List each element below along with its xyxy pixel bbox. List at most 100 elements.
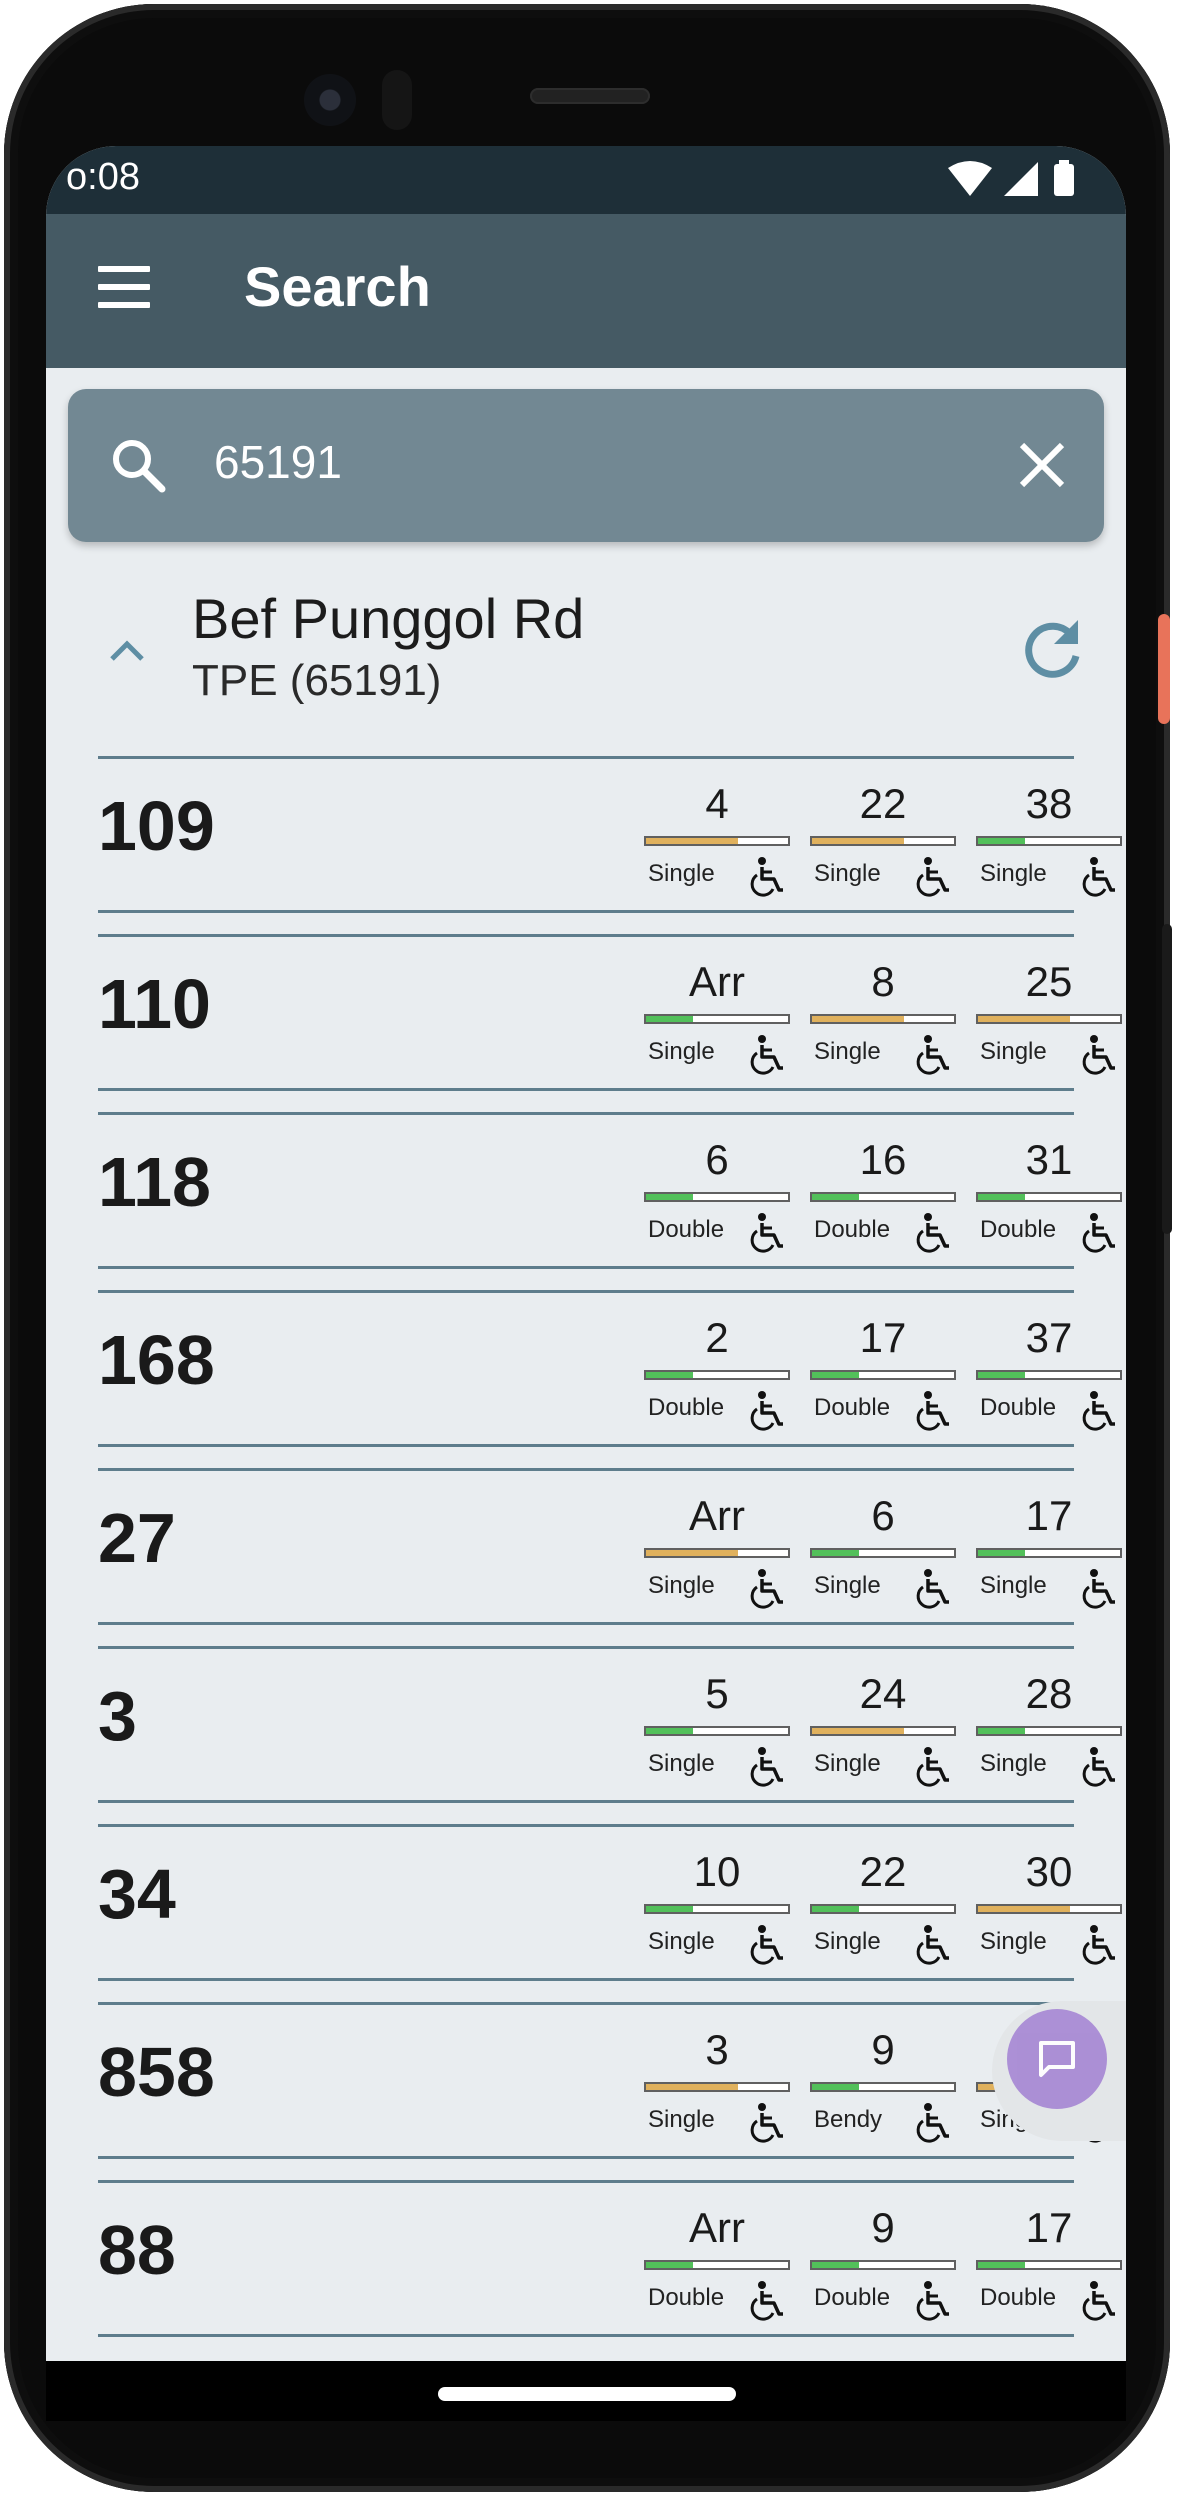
refresh-icon[interactable] [1016,612,1088,684]
chevron-up-icon[interactable] [102,626,152,676]
bus-type: Single [980,1928,1047,1955]
load-bar-fill [646,838,739,844]
load-bar [810,2082,956,2092]
service-row[interactable]: 8583Single9Bendy24Single [98,2002,1122,2180]
arrival-eta: Arr [689,958,745,1005]
load-bar [644,1548,790,1558]
service-number: 168 [98,1321,215,1399]
wifi-icon [948,161,992,196]
load-bar-fill [812,1906,859,1912]
arrival-slot: 4 Single [642,780,792,900]
bus-type: Single [648,860,715,887]
arrival-eta: 8 [871,958,895,1005]
load-bar-fill [978,1728,1025,1734]
row-divider [98,934,1074,937]
power-button [1158,614,1170,724]
load-bar [976,1014,1122,1024]
load-bar [644,1014,790,1024]
load-bar-fill [812,838,905,844]
service-row[interactable]: 88 Arr Double 9 Double 17 Double [98,2180,1122,2358]
load-bar [644,1726,790,1736]
feedback-fab[interactable] [1007,2009,1107,2109]
arrival-eta: 16 [859,1136,907,1183]
wheelchair-icon [750,2281,783,2321]
load-bar-fill [978,1550,1025,1556]
bus-type: Double [648,2284,725,2311]
arrival-slot: 38 Single [974,780,1124,900]
bus-type: Single [980,1038,1047,1065]
row-divider [98,2156,1074,2159]
load-bar-fill [978,1372,1025,1378]
arrival-eta: 31 [1025,1136,1073,1183]
arrival-slot: 22 Single [808,1848,958,1968]
bus-type: Double [980,1216,1057,1243]
arrival-eta: 22 [859,1848,907,1895]
arrival-slot: 24 Single [808,1670,958,1790]
arrival-eta: 28 [1025,1670,1073,1717]
search-input[interactable]: 65191 [214,435,342,489]
service-number: 118 [98,1143,211,1221]
load-bar-fill [812,1016,905,1022]
load-bar [810,1548,956,1558]
menu-icon[interactable] [98,266,150,308]
row-divider [98,2180,1074,2183]
service-row[interactable]: 109 4 Single 22 Single 38 Single [98,756,1122,934]
wheelchair-icon [750,2103,783,2143]
bus-type: Single [648,1572,715,1599]
arrival-eta: 2 [705,1314,729,1361]
cellular-signal-icon [1004,162,1038,196]
bus-type: Double [814,1216,891,1243]
load-bar-fill [978,2262,1025,2268]
service-row[interactable]: 34 10 Single 22 Single 30 Single [98,1824,1122,2002]
status-time: o:08 [66,156,140,198]
wheelchair-icon [916,857,949,897]
search-icon[interactable] [106,433,170,497]
stop-road-code: TPE (65191) [192,656,442,705]
service-row[interactable]: 118 6 Double 16 Double 31 Double [98,1112,1122,1290]
row-divider [98,1088,1074,1091]
arrival-slot: 6 Double [642,1136,792,1256]
load-bar [644,2082,790,2092]
close-icon[interactable] [1012,435,1072,495]
arrival-eta: 30 [1025,1848,1073,1895]
wheelchair-icon [916,1747,949,1787]
load-bar-fill [646,2262,693,2268]
load-bar [644,1370,790,1380]
service-row[interactable]: 3 5 Single 24 Single 28 Single [98,1646,1122,1824]
wheelchair-icon [1082,857,1115,897]
load-bar [976,1548,1122,1558]
bus-type: Bendy [814,2106,883,2133]
wheelchair-icon [1082,1925,1115,1965]
load-bar [810,1014,956,1024]
stop-name: Bef Punggol Rd [192,587,585,650]
arrival-slot: 6 Single [808,1492,958,1612]
arrival-eta: 6 [705,1136,729,1183]
bus-type: Double [814,1394,891,1421]
arrival-slot: 3 Single [642,2026,792,2146]
service-row[interactable]: 110 Arr Single 8 Single 25 Single [98,934,1122,1112]
load-bar-fill [646,1906,693,1912]
load-bar-fill [812,2084,859,2090]
app-bar: Search [46,214,1126,368]
wheelchair-icon [916,1213,949,1253]
chat-icon [1039,2041,1075,2077]
wheelchair-icon [1082,1569,1115,1609]
service-number: 3 [98,1677,137,1755]
load-bar-fill [978,838,1025,844]
wheelchair-icon [916,1391,949,1431]
arrival-eta: Arr [689,1492,745,1539]
load-bar-fill [812,1550,859,1556]
arrival-slot: 31 Double [974,1136,1124,1256]
arrival-eta: 9 [871,2026,895,2073]
bus-type: Double [814,2284,891,2311]
service-row[interactable]: 168 2 Double 17 Double 37 Double [98,1290,1122,1468]
search-bar[interactable]: 65191 [68,389,1104,542]
service-row[interactable]: 27 Arr Single 6 Single 17 Single [98,1468,1122,1646]
bus-type: Single [980,860,1047,887]
arrival-slot: Arr Single [642,958,792,1078]
wheelchair-icon [750,1569,783,1609]
wheelchair-icon [750,1391,783,1431]
home-indicator[interactable] [438,2387,736,2401]
bus-type: Double [980,2284,1057,2311]
wheelchair-icon [916,1569,949,1609]
